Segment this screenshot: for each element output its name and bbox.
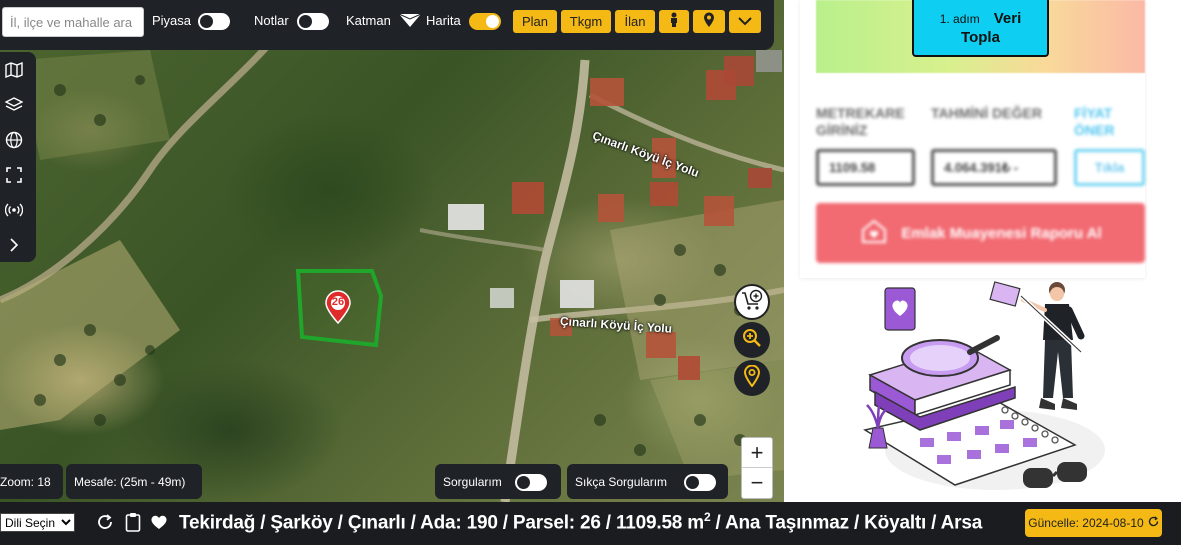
- broadcast-icon[interactable]: [2, 198, 26, 222]
- sikca-toggle[interactable]: [684, 474, 716, 491]
- fiyat-oner-heading: FİYAT ÖNER: [1074, 105, 1115, 138]
- breadcrumb-main: Tekirdağ / Şarköy / Çınarlı / Ada: 190 /…: [179, 512, 704, 534]
- zoom-in-button[interactable]: +: [742, 438, 772, 468]
- area-input[interactable]: 1109.58: [816, 149, 915, 186]
- harita-label: Harita: [426, 13, 461, 28]
- person-icon: [668, 12, 680, 31]
- distance-text: Mesafe: (25m - 49m): [74, 474, 186, 489]
- breadcrumb-tail: / Ana Taşınmaz / Köyaltı / Arsa: [710, 512, 983, 534]
- person-button[interactable]: [659, 10, 689, 33]
- harita-toggle[interactable]: [469, 13, 501, 30]
- tkgm-button[interactable]: Tkgm: [561, 10, 611, 33]
- research-illustration: [845, 280, 1125, 502]
- location-breadcrumb: Tekirdağ / Şarköy / Çınarlı / Ada: 190 /…: [179, 510, 982, 534]
- satellite-map[interactable]: 26 Çınarlı Köyü İç Yolu Çınarlı Köyü İç …: [0, 0, 784, 502]
- sorgularim-label: Sorgularım: [443, 474, 502, 489]
- ilan-button[interactable]: İlan: [615, 10, 655, 33]
- chevron-right-icon[interactable]: [2, 233, 26, 257]
- map-marker-button[interactable]: [734, 360, 770, 396]
- step-label: 1. adım: [939, 11, 980, 26]
- katman-label: Katman: [346, 13, 391, 28]
- location-pin-icon: [703, 12, 715, 31]
- bottom-bar: Dili Seçin Tekirdağ / Şarköy / Çınarlı /…: [0, 502, 1181, 545]
- globe-icon[interactable]: [2, 128, 26, 152]
- piyasa-toggle[interactable]: [198, 13, 230, 30]
- app-root: 26 Çınarlı Köyü İç Yolu Çınarlı Köyü İç …: [0, 0, 1181, 545]
- refresh-small-icon: [1148, 516, 1159, 530]
- map-icon[interactable]: [2, 58, 26, 82]
- cart-add-icon: [740, 289, 764, 316]
- chevron-down-icon: [738, 14, 752, 29]
- topla-word: Topla: [961, 28, 1000, 46]
- metrekare-heading: METREKARE GİRİNİZ: [816, 105, 905, 138]
- zoom-control: + −: [741, 437, 773, 499]
- distance-pill: Mesafe: (25m - 49m): [66, 464, 202, 499]
- parcel-pin[interactable]: 26: [324, 290, 352, 325]
- map-sidebar: [0, 52, 36, 262]
- location-search-input[interactable]: [2, 7, 144, 37]
- clipboard-icon[interactable]: [122, 511, 144, 533]
- zoom-search-button[interactable]: [734, 322, 770, 358]
- more-button[interactable]: [729, 10, 761, 33]
- zoom-level-pill: Zoom: 18: [0, 464, 63, 499]
- cart-add-button[interactable]: [734, 284, 770, 320]
- fullscreen-icon[interactable]: [2, 163, 26, 187]
- refresh-icon[interactable]: [94, 511, 116, 533]
- notlar-toggle[interactable]: [297, 13, 329, 30]
- notlar-label: Notlar: [254, 13, 289, 28]
- layers-icon[interactable]: [2, 93, 26, 117]
- sikca-label: Sıkça Sorgularım: [575, 474, 668, 489]
- heart-icon[interactable]: [148, 511, 170, 533]
- terrain-overlay: [0, 0, 784, 502]
- update-button[interactable]: Güncelle: 2024-08-10: [1025, 509, 1162, 537]
- update-text: Güncelle: 2024-08-10: [1028, 516, 1144, 530]
- report-button[interactable]: Emlak Muayenesi Raporu Al: [816, 203, 1145, 263]
- estimate-select[interactable]: 4.064.391₺ -: [931, 149, 1057, 186]
- map-toolbar: Piyasa Notlar Katman Harita Plan Tkgm İl…: [0, 0, 774, 50]
- sikca-pill: Sıkça Sorgularım: [567, 464, 728, 499]
- veri-topla-button[interactable]: 1. adım Veri Topla: [912, 0, 1049, 57]
- zoom-search-icon: [742, 328, 762, 353]
- map-marker-icon: [743, 364, 761, 392]
- plan-button[interactable]: Plan: [513, 10, 557, 33]
- location-button[interactable]: [693, 10, 725, 33]
- triangle-icon[interactable]: [398, 13, 422, 33]
- tahmini-deger-heading: TAHMİNİ DEĞER: [931, 105, 1042, 121]
- sorgularim-pill: Sorgularım: [435, 464, 561, 499]
- piyasa-label: Piyasa: [152, 13, 192, 28]
- report-button-label: Emlak Muayenesi Raporu Al: [901, 224, 1102, 242]
- language-select[interactable]: Dili Seçin: [0, 513, 75, 532]
- house-heart-icon: [859, 216, 889, 250]
- veri-word: Veri: [993, 9, 1022, 27]
- zoom-level-text: Zoom: 18: [0, 474, 51, 489]
- parcel-number: 26: [331, 296, 345, 308]
- zoom-out-button[interactable]: −: [742, 468, 772, 498]
- sorgularim-toggle[interactable]: [515, 474, 547, 491]
- tikla-button[interactable]: Tıkla: [1074, 149, 1145, 186]
